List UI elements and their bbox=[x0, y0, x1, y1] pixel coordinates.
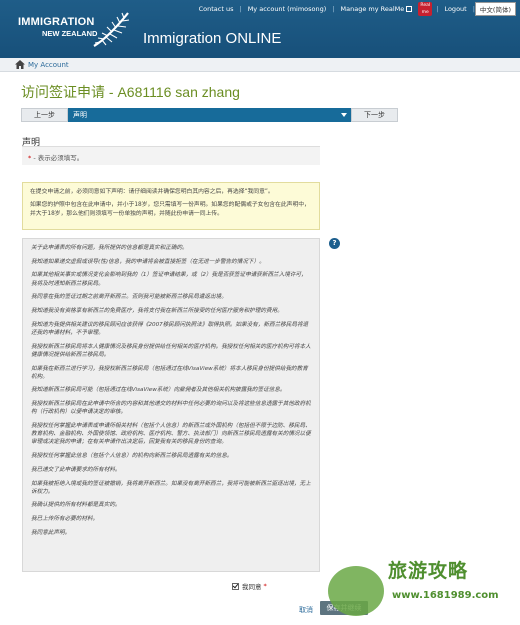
next-step-button[interactable]: 下一步 bbox=[351, 108, 398, 122]
declaration-item: 我同意此声明。 bbox=[31, 529, 71, 536]
watermark-text: 旅游攻略 bbox=[388, 560, 469, 582]
my-account-link[interactable]: My account (mimosong) bbox=[242, 5, 333, 13]
notice-paragraph: 在提交申请之前，必须同意如下声明：请仔细阅读并确保您明白其内容之后，再选择“我同… bbox=[30, 189, 274, 195]
manage-realme-label: Manage my RealMe bbox=[340, 5, 405, 13]
declaration-item: 我已上传所有必要的材料。 bbox=[31, 516, 99, 523]
top-navigation: Contact us | My account (mimosong) | Man… bbox=[193, 2, 516, 16]
page-title: 访问签证申请 - A681116 san zhang bbox=[21, 84, 240, 100]
step-select[interactable]: 声明 bbox=[68, 108, 351, 122]
app-title: Immigration ONLINE bbox=[143, 30, 282, 47]
required-note: * - 表示必须填写。 bbox=[22, 147, 320, 165]
immigration-nz-logo[interactable]: IMMIGRATION NEW ZEALAND bbox=[18, 16, 97, 38]
declaration-item: 关于此申请表的所有问题，我所提供的信息都是真实和正确的。 bbox=[31, 245, 188, 251]
required-star: * bbox=[263, 582, 267, 590]
watermark-logo-icon bbox=[328, 566, 384, 616]
watermark-url: www.1681989.com bbox=[392, 590, 499, 601]
agree-label: 我同意 bbox=[242, 583, 262, 591]
declaration-text: 关于此申请表的所有问题，我所提供的信息都是真实和正确的。 我知道如果递交虚假或误… bbox=[22, 238, 320, 572]
brand-top: IMMIGRATION bbox=[18, 16, 95, 28]
declaration-item: 我同意在我的签证过期之前离开新西兰。否则我可能被新西兰移民局遣返出境。 bbox=[31, 294, 227, 301]
notice-paragraph: 如果您的护照中包含在此申请中，并小于18岁，您只需填写一份声明。如果您的配偶或子… bbox=[30, 202, 310, 217]
contact-us-link[interactable]: Contact us bbox=[193, 5, 240, 13]
agree-field: 我同意 * bbox=[232, 581, 267, 591]
declaration-item: 我知道新西兰移民局可能（包括通过在线VisaView系统）向雇佣者及其他相关机构… bbox=[31, 387, 286, 394]
external-link-icon bbox=[406, 6, 413, 12]
declaration-item: 我确认提供的所有材料都是真实的。 bbox=[31, 502, 121, 509]
chevron-down-icon bbox=[341, 113, 347, 117]
agree-checkbox[interactable] bbox=[232, 582, 239, 590]
declaration-item: 我授权任何掌握此申请表或申请所相关材料（包括个人信息）的新西兰或外国机构（包括但… bbox=[31, 423, 311, 446]
declaration-item: 我授权任何掌握此信息（包括个人信息）的机构向新西兰移民局透露有关的信息。 bbox=[31, 453, 233, 460]
declaration-item: 我知道为我提供相关建议的移民顾问应该获得《2007移民顾问执照法》取得执照。如果… bbox=[31, 321, 309, 336]
language-select[interactable]: 中文(简体) bbox=[474, 2, 516, 16]
breadcrumb: My Account bbox=[0, 58, 520, 72]
declaration-item: 我授权新西兰移民局在此申请中所含的内容和其他递交的材料中任何必要的询问以及将这些… bbox=[31, 401, 311, 416]
step-navigation: 上一步 声明 下一步 bbox=[21, 108, 398, 122]
declaration-item: 我授权新西兰移民局将本人健康情况及移民身份提供给任何相关的医疗机构。我授权任何相… bbox=[31, 343, 311, 358]
declaration-item: 如果我在新西兰进行学习，我授权新西兰移民局（包括通过在线VisaView系统）将… bbox=[31, 365, 308, 380]
declaration-item: 我知道我没有资格享有新西兰的免费医疗，我将支付我在新西兰所接受的任何医疗服务和护… bbox=[31, 308, 283, 315]
current-step-label: 声明 bbox=[73, 111, 87, 119]
declaration-item: 我知道如果递交虚假或误导(性)信息，我的申请将会被直接拒签（在无进一步警告的情况… bbox=[31, 258, 265, 265]
cancel-link[interactable]: 取消 bbox=[299, 605, 313, 615]
watermark: 旅游攻略 www.1681989.com bbox=[322, 552, 520, 625]
previous-step-button[interactable]: 上一步 bbox=[21, 108, 68, 122]
logout-link[interactable]: Logout bbox=[438, 5, 472, 13]
declaration-item: 我已递交了此申请要求的所有材料。 bbox=[31, 466, 121, 473]
manage-realme-link[interactable]: Manage my RealMe bbox=[335, 5, 419, 13]
realme-logo-icon: Real me bbox=[418, 2, 433, 16]
silver-fern-icon bbox=[93, 12, 130, 47]
declaration-notice: 在提交申请之前，必须同意如下声明：请仔细阅读并确保您明白其内容之后，再选择“我同… bbox=[22, 182, 320, 230]
declaration-item: 如果我被拒绝入境或我的签证被撤销，我将离开新西兰。如果没有离开新西兰，我将可能被… bbox=[31, 480, 311, 495]
breadcrumb-my-account[interactable]: My Account bbox=[28, 61, 69, 69]
home-icon[interactable] bbox=[15, 60, 25, 69]
required-text: - 表示必须填写。 bbox=[31, 154, 84, 162]
site-header: IMMIGRATION NEW ZEALAND Immigration ONLI… bbox=[0, 0, 520, 58]
help-icon[interactable]: ? bbox=[329, 238, 340, 249]
declaration-item: 如果其他相关事实或情况变化会影响到我的（1）签证申请结果，或（2）我是否获签证申… bbox=[31, 272, 307, 287]
